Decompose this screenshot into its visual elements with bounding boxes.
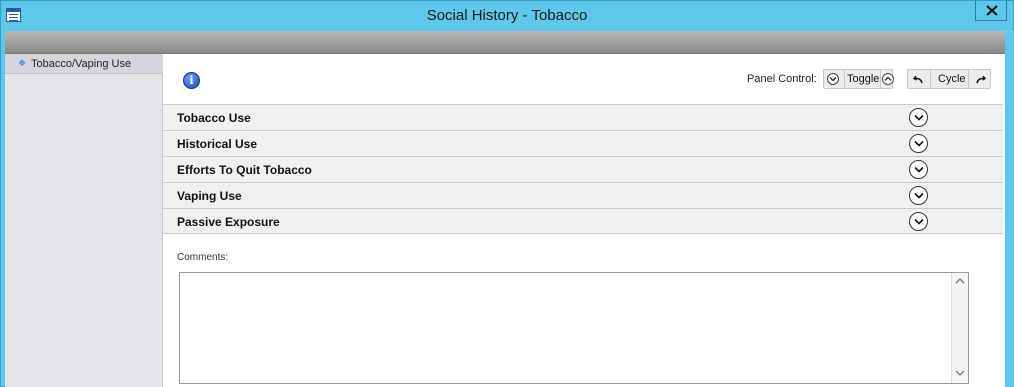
section-vaping-use[interactable]: Vaping Use — [163, 182, 1003, 208]
cycle-button[interactable]: Cycle — [930, 70, 968, 88]
chevron-down-icon[interactable] — [909, 160, 928, 179]
toggle-button[interactable]: Toggle — [844, 70, 880, 88]
application-window: Social History - Tobacco ❖ Tobacco/Vapin… — [0, 0, 1014, 387]
close-button[interactable] — [975, 1, 1007, 21]
section-label: Tobacco Use — [177, 111, 251, 125]
section-label: Vaping Use — [177, 189, 242, 203]
section-tobacco-use[interactable]: Tobacco Use — [163, 104, 1003, 130]
section-label: Historical Use — [177, 137, 258, 151]
section-label: Efforts To Quit Tobacco — [177, 163, 312, 177]
chevron-down-icon[interactable] — [909, 108, 928, 127]
window-title: Social History - Tobacco — [426, 7, 588, 24]
scroll-up-arrow-icon[interactable] — [952, 275, 968, 289]
toggle-control-group: Toggle — [823, 69, 894, 89]
panel-control-label: Panel Control: — [747, 73, 817, 85]
cycle-back-button[interactable] — [908, 70, 930, 88]
sidebar-item-label: Tobacco/Vaping Use — [31, 58, 132, 70]
header-band — [5, 31, 1005, 54]
chevron-down-icon[interactable] — [909, 134, 928, 153]
chevron-down-icon[interactable] — [909, 186, 928, 205]
comments-textarea[interactable] — [179, 272, 969, 384]
main-panel: i Panel Control: Toggle Cycle Tobacco Us… — [163, 54, 1005, 387]
expand-all-button[interactable] — [824, 70, 844, 88]
cycle-control-group: Cycle — [907, 69, 991, 89]
cycle-label: Cycle — [938, 73, 966, 85]
undo-arrow-icon — [913, 75, 923, 84]
chevron-down-icon — [827, 73, 839, 85]
section-passive-exposure[interactable]: Passive Exposure — [163, 208, 1003, 234]
collapse-all-button[interactable] — [880, 70, 894, 88]
section-efforts-to-quit-tobacco[interactable]: Efforts To Quit Tobacco — [163, 156, 1003, 182]
sidebar-item-tobacco-vaping-use[interactable]: ❖ Tobacco/Vaping Use — [5, 54, 163, 74]
comments-scrollbar[interactable] — [951, 273, 968, 383]
comments-label: Comments: — [177, 252, 229, 263]
close-icon — [986, 5, 998, 16]
scroll-down-arrow-icon[interactable] — [952, 367, 968, 381]
info-icon[interactable]: i — [183, 72, 200, 89]
title-bar: Social History - Tobacco — [1, 1, 1013, 31]
cycle-forward-button[interactable] — [968, 70, 992, 88]
window-frame-right — [1005, 31, 1014, 387]
chevron-down-icon[interactable] — [909, 212, 928, 231]
chevron-up-icon — [882, 73, 894, 85]
redo-arrow-icon — [976, 75, 986, 84]
toggle-label: Toggle — [847, 73, 880, 85]
sidebar: ❖ Tobacco/Vaping Use — [5, 54, 163, 387]
section-historical-use[interactable]: Historical Use — [163, 130, 1003, 156]
diamond-bullet-icon: ❖ — [18, 58, 27, 68]
section-label: Passive Exposure — [177, 215, 280, 229]
